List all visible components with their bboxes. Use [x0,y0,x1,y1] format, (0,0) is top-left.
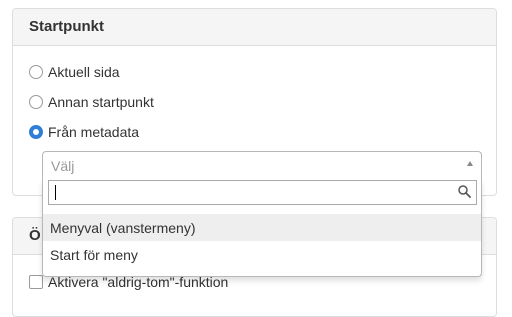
radio-annan-startpunkt[interactable]: Annan startpunkt [29,94,154,110]
aldrig-tom-checkbox[interactable] [29,275,43,289]
radio-button-selected[interactable] [29,125,43,139]
radio-label: Aktuell sida [48,64,120,80]
dropdown-option-start-for-meny[interactable]: Start för meny [43,241,481,268]
radio-label: Annan startpunkt [48,94,154,110]
select-placeholder: Välj [51,158,75,174]
dropdown-search-field[interactable] [48,180,477,205]
panel-title-startpunkt: Startpunkt [13,9,496,46]
metadata-select[interactable]: Välj [42,151,482,179]
radio-button[interactable] [29,95,43,109]
chevron-up-icon[interactable] [467,161,473,166]
text-caret [55,185,56,200]
radio-label: Från metadata [48,124,140,140]
dropdown-option-menyval[interactable]: Menyval (vanstermeny) [43,214,481,241]
radio-aktuell-sida[interactable]: Aktuell sida [29,64,120,80]
select-dropdown: Menyval (vanstermeny) Start för meny [42,179,482,277]
search-icon [458,185,471,201]
radio-fran-metadata[interactable]: Från metadata [29,124,139,140]
radio-button[interactable] [29,65,43,79]
